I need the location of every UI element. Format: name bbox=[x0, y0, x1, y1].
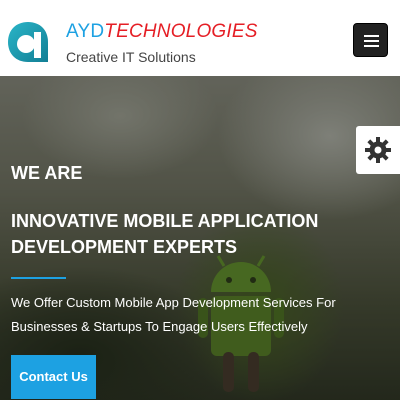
brand-name-technologies: TECHNOLOGIES bbox=[104, 21, 258, 42]
brand-name[interactable]: AYDTECHNOLOGIES bbox=[66, 21, 258, 43]
headline-divider bbox=[11, 277, 66, 279]
hero-banner: WE ARE INNOVATIVE MOBILE APPLICATION DEV… bbox=[0, 76, 400, 400]
menu-toggle-button[interactable] bbox=[353, 23, 388, 57]
site-header: AYDTECHNOLOGIES Creative IT Solutions bbox=[0, 0, 400, 76]
company-logo[interactable] bbox=[6, 20, 50, 64]
hamburger-menu-icon bbox=[364, 45, 379, 47]
settings-panel-toggle[interactable] bbox=[356, 126, 400, 174]
hamburger-menu-icon bbox=[364, 40, 379, 42]
hero-description-line: Businesses & Startups To Engage Users Ef… bbox=[11, 319, 308, 334]
hero-description: We Offer Custom Mobile App Development S… bbox=[11, 291, 351, 339]
contact-us-button[interactable]: Contact Us bbox=[11, 355, 96, 399]
hero-headline-line: INNOVATIVE MOBILE APPLICATION bbox=[11, 211, 319, 231]
gear-icon bbox=[365, 137, 391, 163]
logo-icon bbox=[8, 22, 48, 62]
hero-headline-line: DEVELOPMENT EXPERTS bbox=[11, 237, 238, 257]
hero-description-line: We Offer Custom Mobile App Development S… bbox=[11, 295, 336, 310]
hero-eyebrow: WE ARE bbox=[11, 163, 83, 183]
brand-name-ayd: AYD bbox=[66, 21, 105, 42]
hamburger-menu-icon bbox=[364, 35, 379, 37]
hero-headline: INNOVATIVE MOBILE APPLICATION DEVELOPMEN… bbox=[11, 208, 341, 260]
brand-tagline: Creative IT Solutions bbox=[66, 49, 196, 65]
